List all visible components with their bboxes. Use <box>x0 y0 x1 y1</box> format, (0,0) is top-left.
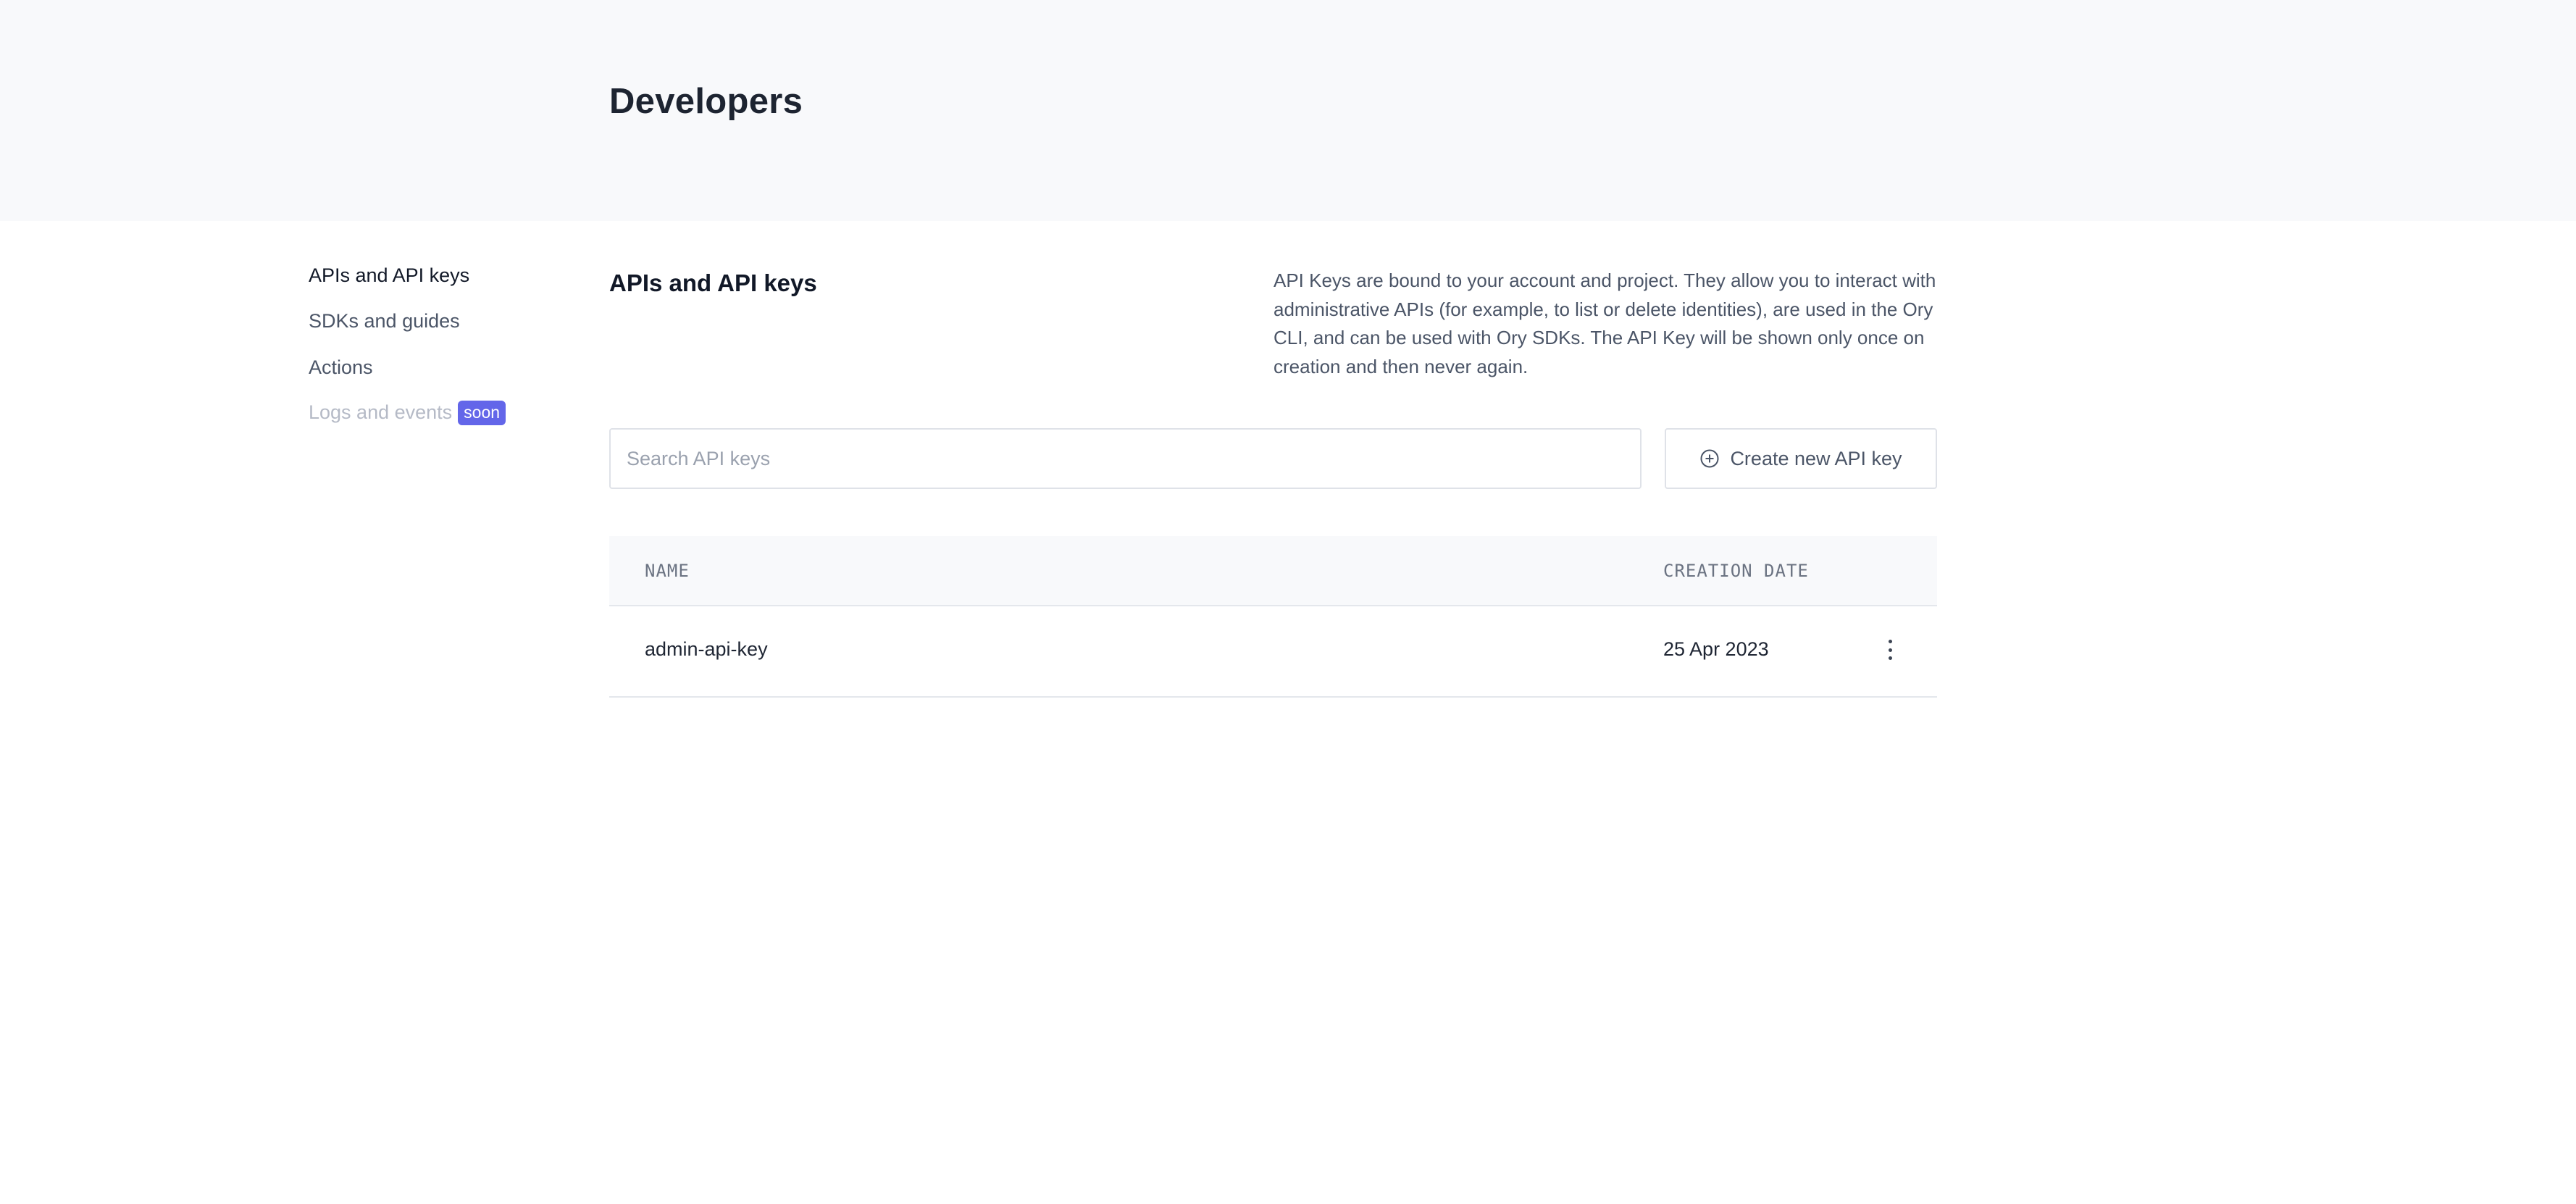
table-header: NAME CREATION DATE <box>609 536 1937 606</box>
table-row[interactable]: admin-api-key 25 Apr 2023 <box>609 606 1937 698</box>
search-input[interactable] <box>609 428 1642 489</box>
create-api-key-button[interactable]: Create new API key <box>1665 428 1937 489</box>
soon-badge: soon <box>458 401 506 425</box>
sidebar-item-logs-and-events: Logs and events soon <box>309 401 506 425</box>
column-header-creation-date: CREATION DATE <box>1663 561 1809 581</box>
sidebar-item-label: SDKs and guides <box>309 310 460 332</box>
sidebar-item-actions[interactable]: Actions <box>309 356 373 379</box>
more-vertical-icon[interactable] <box>1881 635 1899 664</box>
sidebar-item-label: Actions <box>309 356 373 378</box>
api-key-creation-date: 25 Apr 2023 <box>1663 638 1769 660</box>
section-description: API Keys are bound to your account and p… <box>1274 269 1936 377</box>
page-title: Developers <box>609 82 803 121</box>
sidebar-item-label: APIs and API keys <box>309 264 470 286</box>
page-header: Developers <box>0 0 2576 221</box>
create-api-key-label: Create new API key <box>1730 447 1902 469</box>
column-header-name: NAME <box>645 561 690 581</box>
sidebar-item-apis-and-api-keys[interactable]: APIs and API keys <box>309 264 469 287</box>
api-keys-table: NAME CREATION DATE admin-api-key 25 Apr … <box>609 536 1937 698</box>
api-key-name: admin-api-key <box>645 638 768 660</box>
sidebar-item-label: Logs and events <box>309 401 453 423</box>
sidebar-item-sdks-and-guides[interactable]: SDKs and guides <box>309 310 460 333</box>
section-title: APIs and API keys <box>609 269 817 296</box>
plus-circle-icon <box>1699 448 1720 469</box>
